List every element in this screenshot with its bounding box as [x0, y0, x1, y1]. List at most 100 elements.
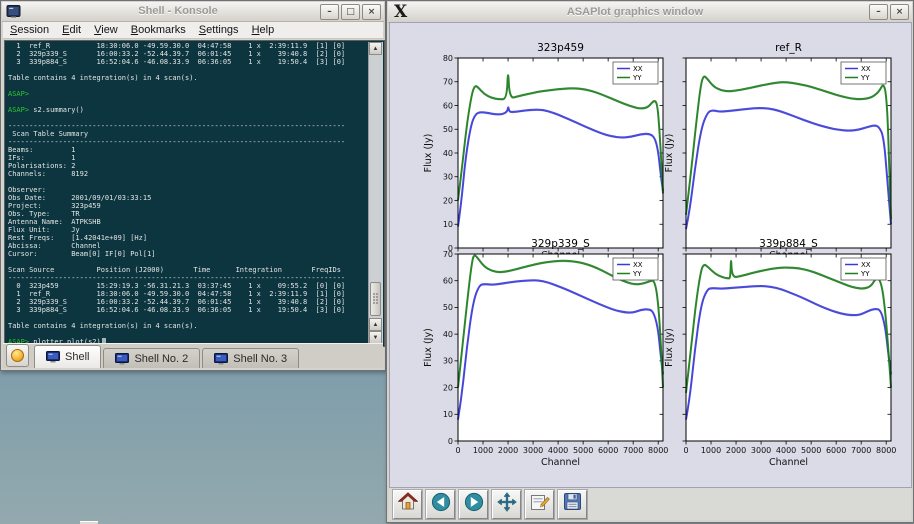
session-orb-icon	[11, 349, 24, 362]
terminal-line: Flux Unit: Jy	[8, 226, 368, 234]
menu-edit[interactable]: Edit	[62, 24, 81, 36]
terminal-line: 1 ref_R 18:30:06.0 -49.59.30.0 04:47:58 …	[8, 42, 368, 50]
y-tick-label: 70	[443, 78, 453, 87]
asaplot-minimize-button[interactable]: –	[869, 4, 888, 20]
y-tick-label: 10	[443, 410, 453, 419]
terminal-tab-icon	[214, 353, 228, 365]
scroll-up-icon[interactable]: ▲	[369, 42, 382, 55]
pan-button[interactable]	[492, 490, 521, 519]
x-tick-label: 8000	[876, 446, 896, 455]
terminal-line	[8, 98, 368, 106]
terminal-line: 2 329p339_S 16:00:33.2 -52.44.39.7 06:01…	[8, 50, 368, 58]
scroll-up2-icon[interactable]: ▲	[369, 318, 382, 331]
terminal[interactable]: 1 ref_R 18:30:06.0 -49.59.30.0 04:47:58 …	[4, 40, 385, 347]
terminal-line: Obs Date: 2001/09/01/03:33:15	[8, 194, 368, 202]
terminal-line	[8, 178, 368, 186]
x-tick-label: 6000	[826, 446, 846, 455]
y-tick-label: 40	[443, 330, 453, 339]
desktop: Shell - Konsole –□× Session Edit View Bookm…	[0, 0, 914, 524]
x-tick-label: 4000	[776, 446, 796, 455]
legend-label-XX: XX	[633, 65, 643, 73]
konsole-app-icon	[6, 4, 21, 19]
terminal-tab-icon	[46, 351, 60, 363]
terminal-line: ----------------------------------------…	[8, 138, 368, 146]
x-tick-label: 5000	[801, 446, 821, 455]
scrollbar-thumb[interactable]	[370, 282, 381, 316]
x-tick-label: 8000	[648, 446, 668, 455]
legend-label-YY: YY	[632, 74, 642, 82]
legend-label-XX: XX	[861, 65, 871, 73]
menu-session[interactable]: Session	[10, 24, 49, 36]
forward-button[interactable]	[459, 490, 488, 519]
x-tick-label: 0	[455, 446, 460, 455]
terminal-line: Antenna Name: ATPKSHB	[8, 218, 368, 226]
konsole-maximize-button[interactable]: □	[341, 4, 360, 20]
terminal-line: Channels: 8192	[8, 170, 368, 178]
legend-label-XX: XX	[633, 261, 643, 269]
y-tick-label: 10	[443, 220, 453, 229]
legend-label-YY: YY	[860, 270, 870, 278]
y-axis-label: Flux (Jy)	[664, 134, 675, 173]
asaplot-titlebar[interactable]: X ASAPlot graphics window –×	[388, 2, 912, 23]
y-axis-label: Flux (Jy)	[423, 328, 434, 367]
tab-label: Shell	[65, 351, 89, 363]
back-button[interactable]	[426, 490, 455, 519]
menu-view[interactable]: View	[94, 24, 118, 36]
x-axis-label: Channel	[769, 457, 808, 468]
tab-shell-no-2[interactable]: Shell No. 2	[103, 348, 200, 368]
konsole-titlebar[interactable]: Shell - Konsole –□×	[2, 2, 384, 22]
menu-bookmarks[interactable]: Bookmarks	[131, 24, 186, 36]
save-button[interactable]	[558, 490, 587, 519]
terminal-line: 3 339p884_S 16:52:04.6 -46.08.33.9 06:36…	[8, 306, 368, 314]
figure-svg[interactable]: Channel01020304050607080323p459Flux (Jy)…	[390, 23, 911, 487]
terminal-line: Rest Freqs: [1.42041e+09] [Hz]	[8, 234, 368, 242]
y-tick-label: 30	[443, 173, 453, 182]
home-button[interactable]	[393, 490, 422, 519]
terminal-output[interactable]: 1 ref_R 18:30:06.0 -49.59.30.0 04:47:58 …	[8, 42, 368, 345]
new-session-button[interactable]	[6, 344, 29, 367]
menu-settings[interactable]: Settings	[199, 24, 239, 36]
terminal-scrollbar[interactable]: ▲ ▲ ▼	[368, 42, 383, 345]
pan-icon	[497, 492, 517, 517]
konsole-window-buttons: –□×	[320, 4, 381, 20]
terminal-line: Observer:	[8, 186, 368, 194]
legend-label-XX: XX	[861, 261, 871, 269]
subplot-title: 339p884_S	[759, 238, 818, 250]
konsole-close-button[interactable]: ×	[362, 4, 381, 20]
y-axis-label: Flux (Jy)	[664, 328, 675, 367]
subplot-323p459: Channel01020304050607080323p459Flux (Jy)…	[423, 42, 663, 261]
subplot-title: 329p339_S	[531, 238, 590, 250]
terminal-line: Obs. Type: TR	[8, 210, 368, 218]
terminal-line	[8, 82, 368, 90]
terminal-line	[8, 114, 368, 122]
asaplot-close-button[interactable]: ×	[890, 4, 909, 20]
x-tick-label: 2000	[726, 446, 746, 455]
subplots-button[interactable]	[525, 490, 554, 519]
figure-canvas[interactable]: Channel01020304050607080323p459Flux (Jy)…	[389, 22, 912, 488]
terminal-line: Beams: 1	[8, 146, 368, 154]
x-tick-label: 3000	[751, 446, 771, 455]
terminal-line: 3 339p884_S 16:52:04.6 -46.08.33.9 06:36…	[8, 58, 368, 66]
x-tick-label: 4000	[548, 446, 568, 455]
terminal-line: ----------------------------------------…	[8, 122, 368, 130]
y-tick-label: 50	[443, 125, 453, 134]
terminal-line: 0 323p459 15:29:19.3 -56.31.21.3 03:37:4…	[8, 282, 368, 290]
x-tick-label: 3000	[523, 446, 543, 455]
y-tick-label: 70	[443, 250, 453, 259]
terminal-line: 1 ref_R 18:30:06.0 -49.59.30.0 04:47:58 …	[8, 290, 368, 298]
home-icon	[398, 492, 418, 516]
konsole-minimize-button[interactable]: –	[320, 4, 339, 20]
x11-icon: X	[394, 2, 407, 22]
x-axis-label: Channel	[541, 457, 580, 468]
y-tick-label: 80	[443, 54, 453, 63]
y-tick-label: 20	[443, 196, 453, 205]
tab-label: Shell No. 3	[233, 353, 287, 365]
tab-shell-no-3[interactable]: Shell No. 3	[202, 348, 299, 368]
menu-help[interactable]: Help	[252, 24, 275, 36]
y-tick-label: 60	[443, 277, 453, 286]
terminal-line: IFs: 1	[8, 154, 368, 162]
x-tick-label: 1000	[473, 446, 493, 455]
asaplot-title: ASAPlot graphics window	[418, 6, 852, 18]
tab-shell[interactable]: Shell	[34, 345, 101, 368]
konsole-window: Shell - Konsole –□× Session Edit View Bookm…	[0, 0, 386, 371]
